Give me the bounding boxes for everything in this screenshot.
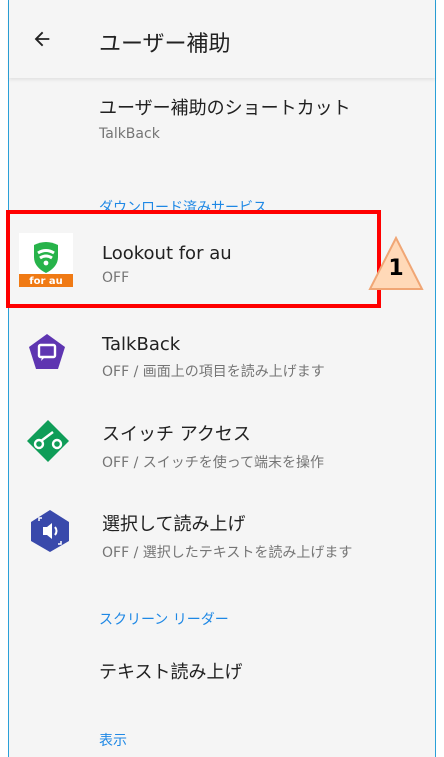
talkback-title: TalkBack bbox=[102, 334, 181, 355]
select-to-speak-icon bbox=[27, 508, 73, 554]
switch-access-subtitle: OFF / スイッチを使って端末を操作 bbox=[102, 455, 325, 471]
select-to-speak-subtitle: OFF / 選択したテキストを読み上げます bbox=[102, 545, 353, 561]
highlight-box bbox=[6, 210, 381, 308]
shortcut-subtitle: TalkBack bbox=[99, 126, 160, 142]
talkback-icon bbox=[27, 332, 67, 372]
tts-row[interactable]: テキスト読み上げ bbox=[9, 640, 435, 700]
section-header-screen-reader: スクリーン リーダー bbox=[99, 612, 229, 628]
switch-access-row[interactable]: スイッチ アクセス OFF / スイッチを使って端末を操作 bbox=[9, 410, 435, 490]
annotation-marker: 1 bbox=[367, 235, 425, 293]
talkback-subtitle: OFF / 画面上の項目を読み上げます bbox=[102, 364, 325, 380]
settings-frame: ユーザー補助 ユーザー補助のショートカット TalkBack ダウンロード済みサ… bbox=[8, 0, 436, 757]
switch-access-icon bbox=[25, 418, 71, 464]
switch-access-title: スイッチ アクセス bbox=[102, 424, 251, 445]
back-arrow-icon bbox=[34, 31, 50, 47]
back-button[interactable] bbox=[27, 24, 57, 54]
select-to-speak-title: 選択して読み上げ bbox=[102, 514, 246, 535]
app-bar: ユーザー補助 bbox=[9, 0, 435, 78]
tts-title: テキスト読み上げ bbox=[99, 662, 243, 683]
page-title: ユーザー補助 bbox=[99, 32, 231, 57]
select-to-speak-row[interactable]: 選択して読み上げ OFF / 選択したテキストを読み上げます bbox=[9, 500, 435, 580]
annotation-number: 1 bbox=[388, 256, 404, 281]
shortcut-row[interactable]: ユーザー補助のショートカット TalkBack bbox=[9, 80, 435, 160]
shortcut-title: ユーザー補助のショートカット bbox=[99, 98, 351, 119]
talkback-row[interactable]: TalkBack OFF / 画面上の項目を読み上げます bbox=[9, 320, 435, 400]
section-header-display: 表示 bbox=[99, 733, 127, 749]
